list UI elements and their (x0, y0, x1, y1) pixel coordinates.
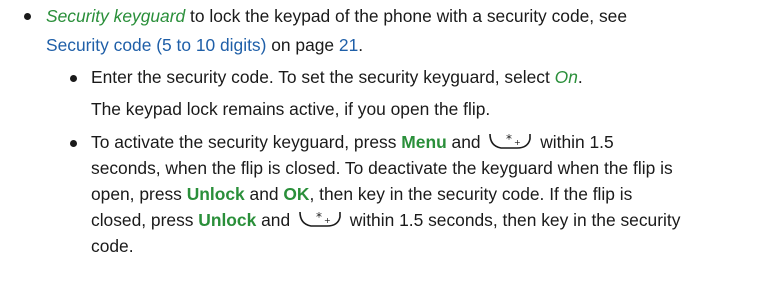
sub2-l4-text: closed, press (91, 210, 199, 230)
sub2-line2: seconds, when the flip is closed. To dea… (91, 157, 673, 179)
item1-page-text: on page (266, 35, 339, 55)
sub1-text: Enter the security code. To set the secu… (91, 67, 555, 87)
ok-softkey: OK (283, 184, 310, 204)
sub2-line1: To activate the security keyguard, press… (91, 131, 614, 156)
svg-text:+: + (324, 216, 331, 225)
sub2-l1-text: To activate the security keyguard, press (91, 132, 402, 152)
svg-text:*: * (506, 132, 512, 146)
sub1-note-text: The keypad lock remains active, if you o… (91, 99, 491, 119)
sub2-l1-and: and (446, 132, 486, 152)
manual-page: Security keyguard to lock the keypad of … (0, 0, 762, 286)
bullet-sub-1 (70, 75, 77, 82)
item1-text: to lock the keypad of the phone with a s… (185, 6, 628, 26)
sub2-l3-text: open, press (91, 184, 187, 204)
sub2-l5-text: code. (91, 236, 134, 256)
unlock-softkey-2: Unlock (198, 210, 257, 230)
star-plus-key-icon: * + (487, 131, 533, 156)
item1-term: Security keyguard (46, 6, 186, 26)
sub2-l3-end: , then key in the security code. If the … (309, 184, 633, 204)
security-code-link[interactable]: Security code (5 to 10 digits) (46, 35, 266, 55)
item1-line1: Security keyguard to lock the keypad of … (46, 5, 627, 27)
bullet-sub-2 (70, 140, 77, 147)
page-ref-link[interactable]: 21 (339, 35, 358, 55)
star-plus-key-icon-2: * + (297, 209, 343, 234)
sub2-l2-text: seconds, when the flip is closed. To dea… (91, 158, 673, 178)
sub2-line4: closed, press Unlock and * + within 1.5 s… (91, 209, 680, 234)
bullet-primary (24, 13, 31, 20)
sub1-line1: Enter the security code. To set the secu… (91, 66, 583, 88)
sub1-on-option: On (554, 67, 578, 87)
menu-softkey: Menu (401, 132, 447, 152)
sub2-l4-end: within 1.5 seconds, then key in the secu… (344, 210, 681, 230)
sub2-l3-and: and (244, 184, 284, 204)
sub2-line5: code. (91, 235, 134, 257)
svg-text:+: + (514, 138, 521, 147)
sub2-line3: open, press Unlock and OK, then key in t… (91, 183, 632, 205)
sub2-l4-and: and (256, 210, 295, 230)
item1-line2: Security code (5 to 10 digits) on page 2… (46, 34, 363, 56)
sub2-l1-end: within 1.5 (535, 132, 614, 152)
unlock-softkey: Unlock (186, 184, 245, 204)
sub1-note: The keypad lock remains active, if you o… (91, 98, 490, 120)
svg-text:*: * (316, 210, 322, 224)
item1-period: . (358, 35, 364, 55)
sub1-period: . (577, 67, 583, 87)
